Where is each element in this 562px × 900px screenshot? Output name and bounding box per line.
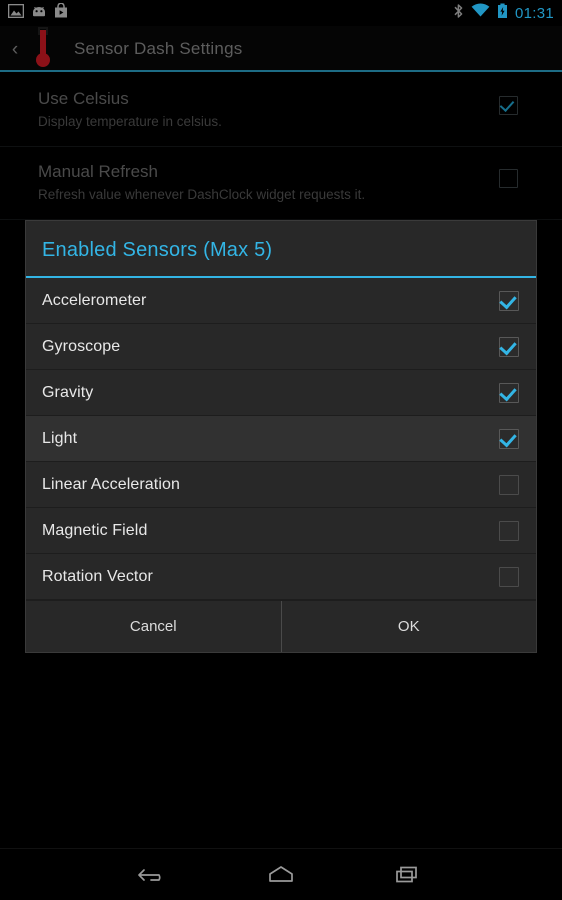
wifi-icon bbox=[471, 3, 490, 23]
android-screen: 01:31 ‹ Sensor Dash Settings Use Celsius… bbox=[0, 0, 562, 900]
sensor-label: Linear Acceleration bbox=[42, 475, 180, 493]
list-item[interactable]: Magnetic Field bbox=[26, 508, 536, 554]
preference-checkbox-use-celsius[interactable] bbox=[499, 96, 518, 115]
sensor-checkbox-gravity[interactable] bbox=[499, 383, 519, 403]
list-item[interactable]: Gravity bbox=[26, 370, 536, 416]
list-item[interactable]: Gyroscope bbox=[26, 324, 536, 370]
list-item[interactable]: Accelerometer bbox=[26, 278, 536, 324]
up-navigation-button[interactable]: ‹ bbox=[4, 40, 26, 59]
list-item[interactable]: Rotation Vector bbox=[26, 554, 536, 600]
dialog-title: Enabled Sensors (Max 5) bbox=[42, 239, 273, 261]
enabled-sensors-dialog: Enabled Sensors (Max 5) Accelerometer Gy… bbox=[25, 220, 537, 653]
dialog-button-bar: Cancel OK bbox=[26, 600, 536, 652]
back-icon[interactable] bbox=[128, 853, 180, 897]
battery-charging-icon bbox=[497, 3, 508, 24]
preference-title: Manual Refresh bbox=[38, 162, 159, 181]
list-item[interactable]: Light bbox=[26, 416, 536, 462]
sensor-label: Gravity bbox=[42, 383, 94, 401]
ok-button[interactable]: OK bbox=[281, 601, 536, 652]
dialog-title-bar: Enabled Sensors (Max 5) bbox=[26, 221, 536, 278]
sensor-label: Gyroscope bbox=[42, 337, 121, 355]
preference-checkbox-manual-refresh[interactable] bbox=[499, 169, 518, 188]
recents-icon[interactable] bbox=[382, 853, 434, 897]
play-store-icon bbox=[54, 2, 68, 23]
preference-manual-refresh[interactable]: Manual Refresh Refresh value whenever Da… bbox=[0, 147, 562, 220]
sensor-checkbox-magnetic-field[interactable] bbox=[499, 521, 519, 541]
sensor-checkbox-accelerometer[interactable] bbox=[499, 291, 519, 311]
image-icon bbox=[7, 3, 25, 23]
preference-title: Use Celsius bbox=[38, 89, 129, 108]
action-bar-underline bbox=[0, 70, 562, 72]
status-bar: 01:31 bbox=[0, 0, 562, 26]
preference-use-celsius[interactable]: Use Celsius Display temperature in celsi… bbox=[0, 74, 562, 147]
cancel-button[interactable]: Cancel bbox=[26, 601, 282, 652]
status-bar-notification-icons bbox=[7, 2, 68, 23]
sensor-checkbox-light[interactable] bbox=[499, 429, 519, 449]
list-item[interactable]: Linear Acceleration bbox=[26, 462, 536, 508]
navigation-bar bbox=[0, 848, 562, 900]
sensor-checkbox-gyroscope[interactable] bbox=[499, 337, 519, 357]
page-title: Sensor Dash Settings bbox=[74, 39, 243, 58]
preference-summary: Display temperature in celsius. bbox=[38, 114, 222, 129]
home-icon[interactable] bbox=[255, 853, 307, 897]
sensor-label: Accelerometer bbox=[42, 291, 147, 309]
status-bar-clock: 01:31 bbox=[514, 4, 554, 22]
action-bar: ‹ Sensor Dash Settings bbox=[0, 26, 562, 72]
sensor-label: Magnetic Field bbox=[42, 521, 148, 539]
sensor-label: Light bbox=[42, 429, 78, 447]
status-bar-system-icons: 01:31 bbox=[453, 3, 554, 24]
sensor-checkbox-linear-acceleration[interactable] bbox=[499, 475, 519, 495]
bluetooth-icon bbox=[453, 3, 464, 24]
sensor-label: Rotation Vector bbox=[42, 567, 153, 585]
preference-summary: Refresh value whenever DashClock widget … bbox=[38, 187, 366, 202]
thermometer-icon bbox=[28, 26, 58, 72]
sensor-list: Accelerometer Gyroscope Gravity Light Li… bbox=[26, 278, 536, 600]
sensor-checkbox-rotation-vector[interactable] bbox=[499, 567, 519, 587]
android-head-icon bbox=[31, 4, 47, 22]
